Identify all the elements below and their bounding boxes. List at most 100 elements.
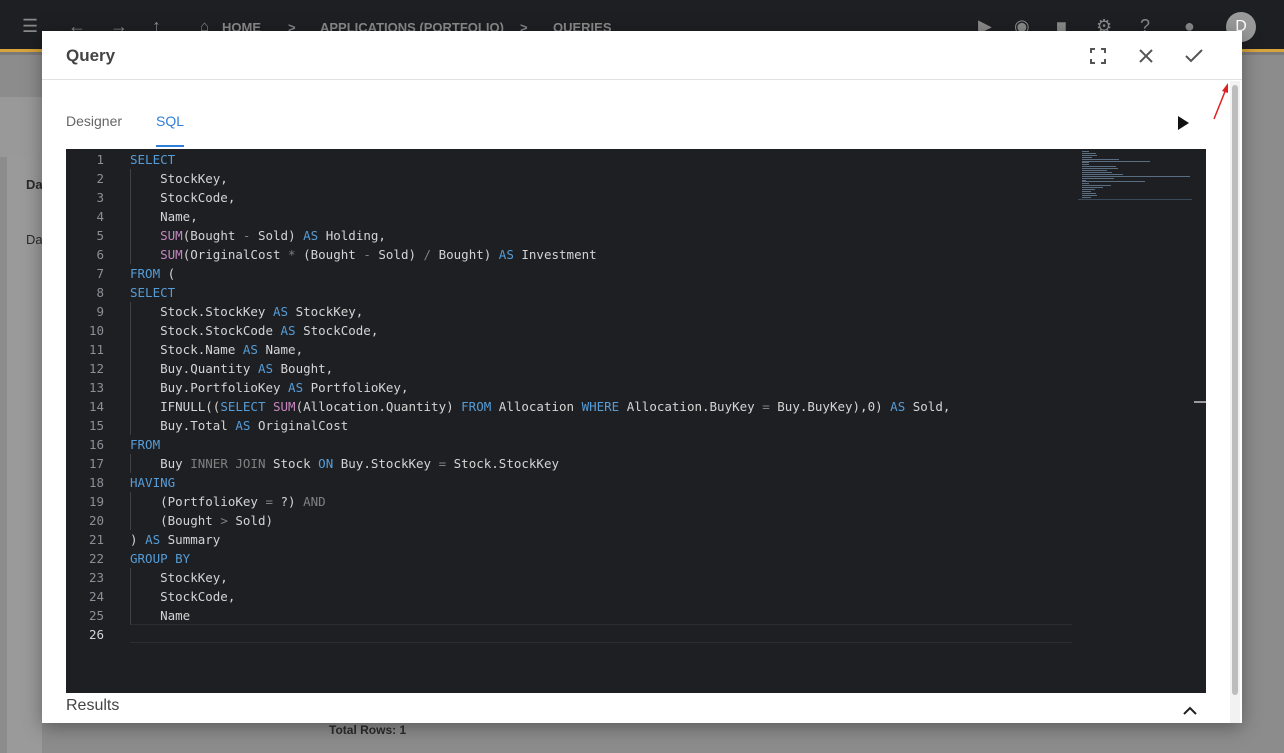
indent-guide [130,568,131,587]
code-line: IFNULL((SELECT SUM(Allocation.Quantity) … [130,399,951,414]
code-line: Buy.Quantity AS Bought, [130,361,334,376]
dialog-header: Query [42,31,1242,80]
line-number: 6 [96,247,104,262]
minimap-line [1082,189,1096,190]
indent-guide [130,416,131,435]
indent-guide [130,359,131,378]
annotation-arrow-icon [1213,83,1228,120]
code-line: FROM ( [130,266,176,281]
line-number: 2 [96,171,104,186]
minimap-line [1082,190,1091,192]
code-line: StockKey, [130,570,228,585]
line-number: 14 [88,399,104,414]
code-line: Buy.Total AS OriginalCost [130,418,349,433]
indent-guide [130,245,131,264]
code-line: SUM(Bought - Sold) AS Holding, [160,228,386,243]
minimap-line [1082,152,1097,154]
indent-guide [130,188,131,207]
minimap-line [1082,192,1097,194]
check-icon [1185,49,1203,63]
minimap-line [1082,185,1111,187]
scrollbar-thumb[interactable] [1232,85,1238,695]
minimap-line [1082,158,1120,160]
minimap-line [1082,170,1108,171]
indent-guide [130,397,131,416]
minimap-line [1082,179,1087,181]
sql-editor[interactable]: 1 SELECT 2 StockKey, 3 StockCode, 4 Name, 5 S… [66,149,1206,693]
code-line: (PortfolioKey = ?) AND [130,494,326,509]
indent-guide [130,321,131,340]
line-number: 20 [88,513,104,528]
line-number: 1 [96,152,104,167]
menu-icon[interactable]: ☰ [22,16,38,37]
scroll-marker [1194,401,1206,403]
run-query-button[interactable] [1173,113,1193,133]
tab-designer[interactable]: Designer [66,113,122,147]
side-label: Da [26,177,43,192]
line-number: 25 [88,608,104,623]
line-number: 24 [88,589,104,604]
line-number: 15 [88,418,104,433]
indent-guide [130,492,131,511]
code-line: Stock.Name AS Name, [130,342,304,357]
minimap-line [1082,154,1098,156]
line-number: 8 [96,285,104,300]
minimap-line [1082,196,1091,198]
minimap-line [1082,168,1119,170]
indent-guide [130,340,131,359]
current-line-highlight [130,624,1072,643]
code-line: Buy INNER JOIN Stock ON Buy.StockKey = S… [130,456,560,471]
minimap-viewport [1078,199,1192,200]
code-line: (Bought > Sold) [130,513,273,528]
code-line: SELECT [130,285,176,300]
close-button[interactable] [1133,43,1159,69]
minimap-line [1082,187,1103,189]
chevron-up-icon [1183,706,1197,715]
indent-guide [130,454,131,473]
code-line: StockKey, [130,171,228,186]
minimap-line [1082,177,1114,179]
indent-guide [130,169,131,188]
line-number: 7 [96,266,104,281]
minimap-line [1082,175,1190,177]
code-line: ) AS Summary [130,532,221,547]
collapse-results-button[interactable] [1181,703,1199,717]
line-number: 12 [88,361,104,376]
indent-guide [130,207,131,226]
minimap-line [1082,162,1089,164]
results-label: Results [66,697,120,714]
minimap-line [1082,164,1089,166]
line-number: 3 [96,190,104,205]
indent-guide [130,587,131,606]
dialog-scrollbar[interactable] [1230,81,1240,723]
fullscreen-button[interactable] [1085,43,1111,69]
code-line: Buy.PortfolioKey AS PortfolioKey, [130,380,409,395]
line-number: 5 [96,228,104,243]
side-label: Da [26,232,43,247]
minimap[interactable] [1078,149,1192,201]
dialog-title: Query [66,46,116,65]
line-number: 4 [96,209,104,224]
line-number: 11 [88,342,104,357]
line-number: 16 [88,437,104,452]
code-line: FROM [130,437,161,452]
code-line: HAVING [130,475,176,490]
filter-bar [0,97,42,157]
total-rows-label: Total Rows: 1 [329,723,407,737]
code-line: Stock.StockCode AS StockCode, [130,323,379,338]
indent-guide [130,606,131,625]
minimap-line [1082,171,1112,173]
fullscreen-icon [1090,48,1106,64]
line-number: 22 [88,551,104,566]
confirm-button[interactable] [1181,43,1207,69]
editor-scrollbar[interactable] [1192,149,1206,693]
indent-guide [130,378,131,397]
line-number: 19 [88,494,104,509]
tab-sql[interactable]: SQL [156,113,185,147]
line-number: 26 [88,627,104,642]
minimap-line [1082,166,1117,168]
code-line: SELECT [130,152,176,167]
line-number: 10 [88,323,104,338]
code-line: GROUP BY [130,551,191,566]
line-number: 18 [88,475,104,490]
